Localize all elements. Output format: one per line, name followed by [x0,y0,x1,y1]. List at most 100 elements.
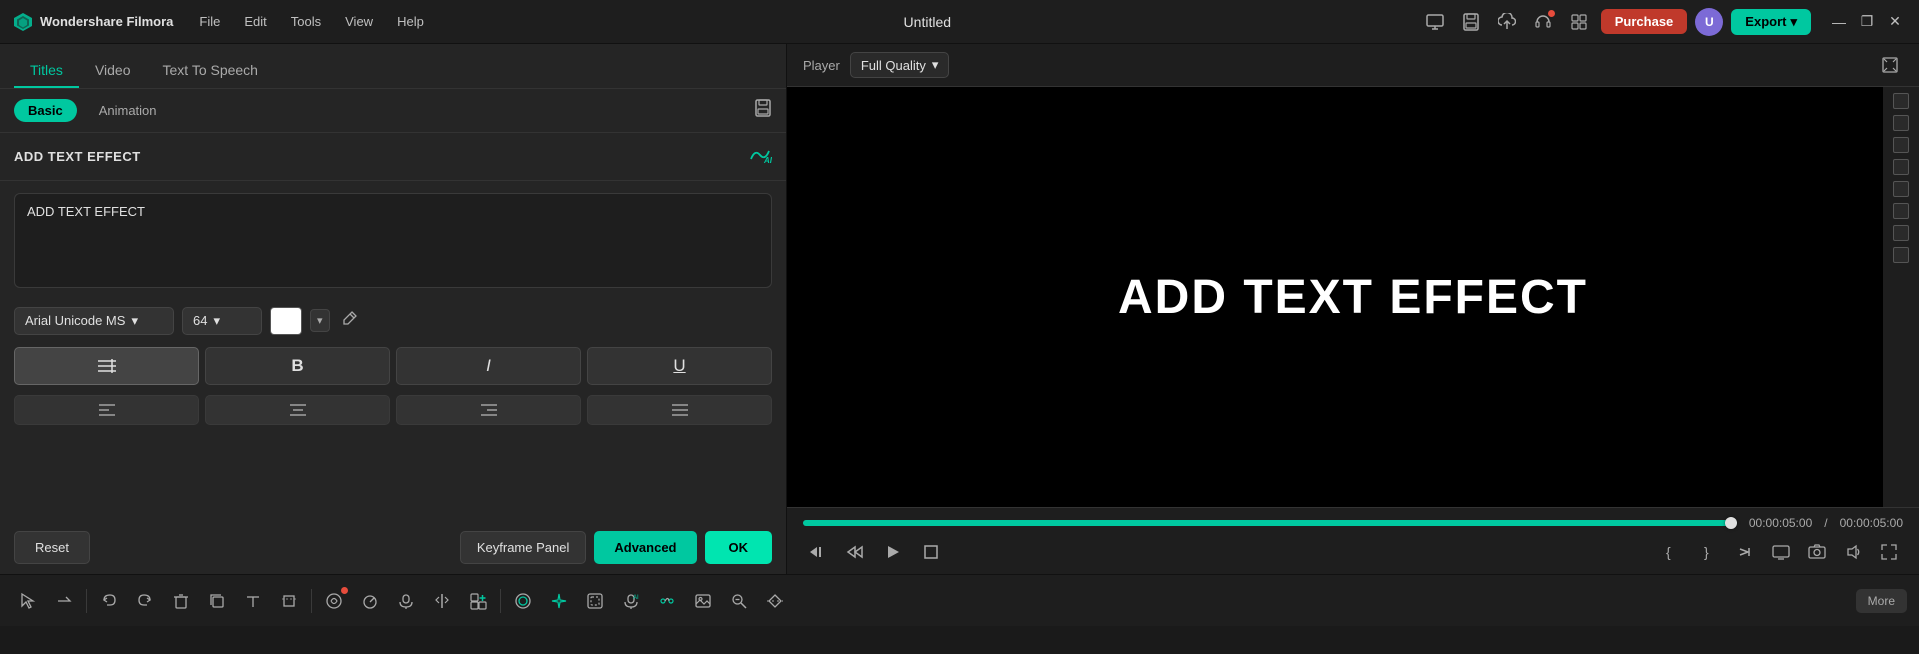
strip-checkbox-6[interactable] [1893,203,1909,219]
toolbar-motion[interactable] [651,585,683,617]
toolbar-split[interactable] [426,585,458,617]
purchase-button[interactable]: Purchase [1601,9,1688,34]
expand-icon[interactable] [1875,538,1903,566]
toolbar-keyframe[interactable] [759,585,791,617]
volume-icon[interactable] [1839,538,1867,566]
font-family-chevron-icon: ▾ [131,313,138,329]
toolbar-ai-audio[interactable]: AI [615,585,647,617]
toolbar-select-tool[interactable] [12,585,44,617]
strip-checkbox-7[interactable] [1893,225,1909,241]
keyframe-panel-button[interactable]: Keyframe Panel [460,531,587,564]
sub-tab-basic[interactable]: Basic [14,99,77,122]
minimize-button[interactable]: — [1827,10,1851,34]
tab-titles[interactable]: Titles [14,54,79,88]
ok-button[interactable]: OK [705,531,773,564]
font-size-select[interactable]: 64 ▾ [182,307,262,335]
close-button[interactable]: ✕ [1883,10,1907,34]
underline-button[interactable]: U [587,347,772,385]
svg-text:AI: AI [763,156,772,165]
color-swatch[interactable] [270,307,302,335]
toolbar-arrow-tool[interactable] [48,585,80,617]
reset-button[interactable]: Reset [14,531,90,564]
total-time: 00:00:05:00 [1840,516,1903,530]
cloud-upload-icon[interactable] [1493,8,1521,36]
toolbar-text[interactable] [237,585,269,617]
screen-icon[interactable] [1421,8,1449,36]
menu-edit[interactable]: Edit [234,10,276,33]
toolbar-effects[interactable] [318,585,350,617]
toolbar-delete[interactable] [165,585,197,617]
menu-view[interactable]: View [335,10,383,33]
grid-icon[interactable] [1565,8,1593,36]
sub-tab-animation[interactable]: Animation [85,99,171,122]
tab-video[interactable]: Video [79,54,147,88]
menu-tools[interactable]: Tools [281,10,331,33]
font-style-adjust-button[interactable] [14,347,199,385]
bold-button[interactable]: B [205,347,390,385]
align-left-button[interactable] [14,395,199,425]
progress-thumb[interactable] [1725,517,1737,529]
align-center-button[interactable] [205,395,390,425]
player-expand-icon[interactable] [1877,52,1903,78]
toolbar-redo[interactable] [129,585,161,617]
strip-checkbox-8[interactable] [1893,247,1909,263]
menu-bar: File Edit Tools View Help [189,10,433,33]
headset-icon[interactable] [1529,8,1557,36]
toolbar-zoom[interactable] [723,585,755,617]
toolbar-image[interactable] [687,585,719,617]
stop-button[interactable] [917,538,945,566]
quality-select[interactable]: Full Quality ▾ [850,52,950,78]
strip-checkbox-5[interactable] [1893,181,1909,197]
save-icon[interactable] [1457,8,1485,36]
main-layout: Titles Video Text To Speech Basic Animat… [0,44,1919,574]
rewind-button[interactable] [841,538,869,566]
strip-checkbox-3[interactable] [1893,137,1909,153]
toolbar-undo[interactable] [93,585,125,617]
user-avatar[interactable]: U [1695,8,1723,36]
progress-bar[interactable] [803,520,1737,526]
strip-checkbox-1[interactable] [1893,93,1909,109]
window-title: Untitled [442,14,1413,30]
font-family-select[interactable]: Arial Unicode MS ▾ [14,307,174,335]
toolbar-mask[interactable] [579,585,611,617]
app-name-label: Wondershare Filmora [40,14,173,29]
toolbar-more[interactable] [462,585,494,617]
toolbar-copy[interactable] [201,585,233,617]
text-area-wrap: ADD TEXT EFFECT [14,193,772,288]
quality-chevron-icon: ▾ [932,57,939,73]
align-justify-button[interactable] [587,395,772,425]
arrow-right-icon[interactable] [1731,538,1759,566]
tab-text-to-speech[interactable]: Text To Speech [147,54,274,88]
toolbar-audio[interactable] [390,585,422,617]
toolbar-speed[interactable] [354,585,386,617]
in-point-button[interactable]: { [1659,538,1687,566]
out-point-button[interactable]: } [1695,538,1723,566]
strip-checkbox-4[interactable] [1893,159,1909,175]
menu-file[interactable]: File [189,10,230,33]
play-button[interactable] [879,538,907,566]
menu-help[interactable]: Help [387,10,434,33]
export-button[interactable]: Export ▾ [1731,9,1811,35]
strip-checkbox-2[interactable] [1893,115,1909,131]
left-panel: Titles Video Text To Speech Basic Animat… [0,44,787,574]
toolbar-transition[interactable] [507,585,539,617]
italic-button[interactable]: I [396,347,581,385]
align-right-button[interactable] [396,395,581,425]
sub-tabs: Basic Animation [0,89,786,133]
eyedropper-button[interactable] [338,306,362,335]
display-icon[interactable] [1767,538,1795,566]
svg-text:{: { [1666,544,1671,560]
advanced-button[interactable]: Advanced [594,531,696,564]
toolbar-crop[interactable] [273,585,305,617]
current-time: 00:00:05:00 [1749,516,1812,530]
toolbar-sparkle[interactable] [543,585,575,617]
ai-icon[interactable]: AI [748,145,772,168]
maximize-button[interactable]: ❐ [1855,10,1879,34]
app-logo: Wondershare Filmora [12,11,173,33]
more-button[interactable]: More [1856,589,1907,613]
camera-icon[interactable] [1803,538,1831,566]
text-effect-input[interactable]: ADD TEXT EFFECT [15,194,771,284]
color-dropdown-arrow[interactable]: ▾ [310,309,330,332]
save-preset-icon[interactable] [754,99,772,122]
step-back-button[interactable] [803,538,831,566]
